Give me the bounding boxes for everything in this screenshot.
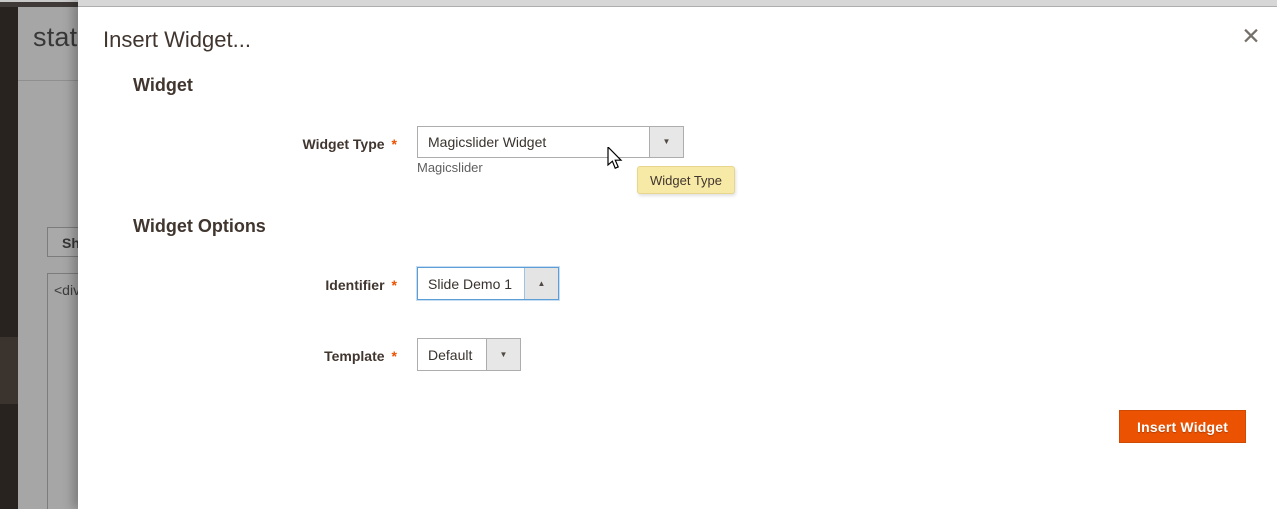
caret-down-icon: ▼ xyxy=(500,351,508,359)
required-asterisk: * xyxy=(392,348,397,364)
modal-top-strip xyxy=(78,0,1277,7)
widget-type-dropdown-button[interactable]: ▼ xyxy=(649,127,683,157)
dimmed-page-background: stat Sh <div xyxy=(0,0,78,509)
widget-type-tooltip: Widget Type xyxy=(637,166,735,194)
caret-down-icon: ▼ xyxy=(663,138,671,146)
insert-widget-modal: Insert Widget... ✕ Widget Widget Type * M… xyxy=(78,0,1277,509)
template-dropdown-button[interactable]: ▼ xyxy=(486,339,520,370)
top-edge-line xyxy=(0,0,78,2)
caret-up-icon: ▲ xyxy=(538,280,546,288)
identifier-dropdown-button[interactable]: ▲ xyxy=(524,268,558,299)
widget-section-heading: Widget xyxy=(133,75,193,96)
modal-title: Insert Widget... xyxy=(103,27,251,53)
template-label: Template * xyxy=(78,348,397,364)
sidebar-selected-item xyxy=(0,337,18,404)
background-divider xyxy=(18,80,78,81)
insert-widget-button[interactable]: Insert Widget xyxy=(1119,410,1246,443)
close-icon[interactable]: ✕ xyxy=(1237,22,1265,50)
background-page-title: stat xyxy=(33,22,77,53)
identifier-select[interactable]: Slide Demo 1 ▲ xyxy=(417,267,559,300)
required-asterisk: * xyxy=(392,277,397,293)
identifier-value: Slide Demo 1 xyxy=(418,268,524,299)
widget-type-label: Widget Type * xyxy=(78,136,397,152)
template-select[interactable]: Default ▼ xyxy=(417,338,521,371)
identifier-label: Identifier * xyxy=(78,277,397,293)
widget-options-section-heading: Widget Options xyxy=(133,216,266,237)
widget-type-label-text: Widget Type xyxy=(302,136,384,152)
widget-type-note: Magicslider xyxy=(417,160,483,175)
widget-type-select[interactable]: Magicslider Widget ▼ xyxy=(417,126,684,158)
identifier-label-text: Identifier xyxy=(325,277,384,293)
admin-sidebar xyxy=(0,7,18,509)
template-value: Default xyxy=(418,339,486,370)
template-label-text: Template xyxy=(324,348,384,364)
widget-type-value: Magicslider Widget xyxy=(418,127,649,157)
required-asterisk: * xyxy=(392,136,397,152)
